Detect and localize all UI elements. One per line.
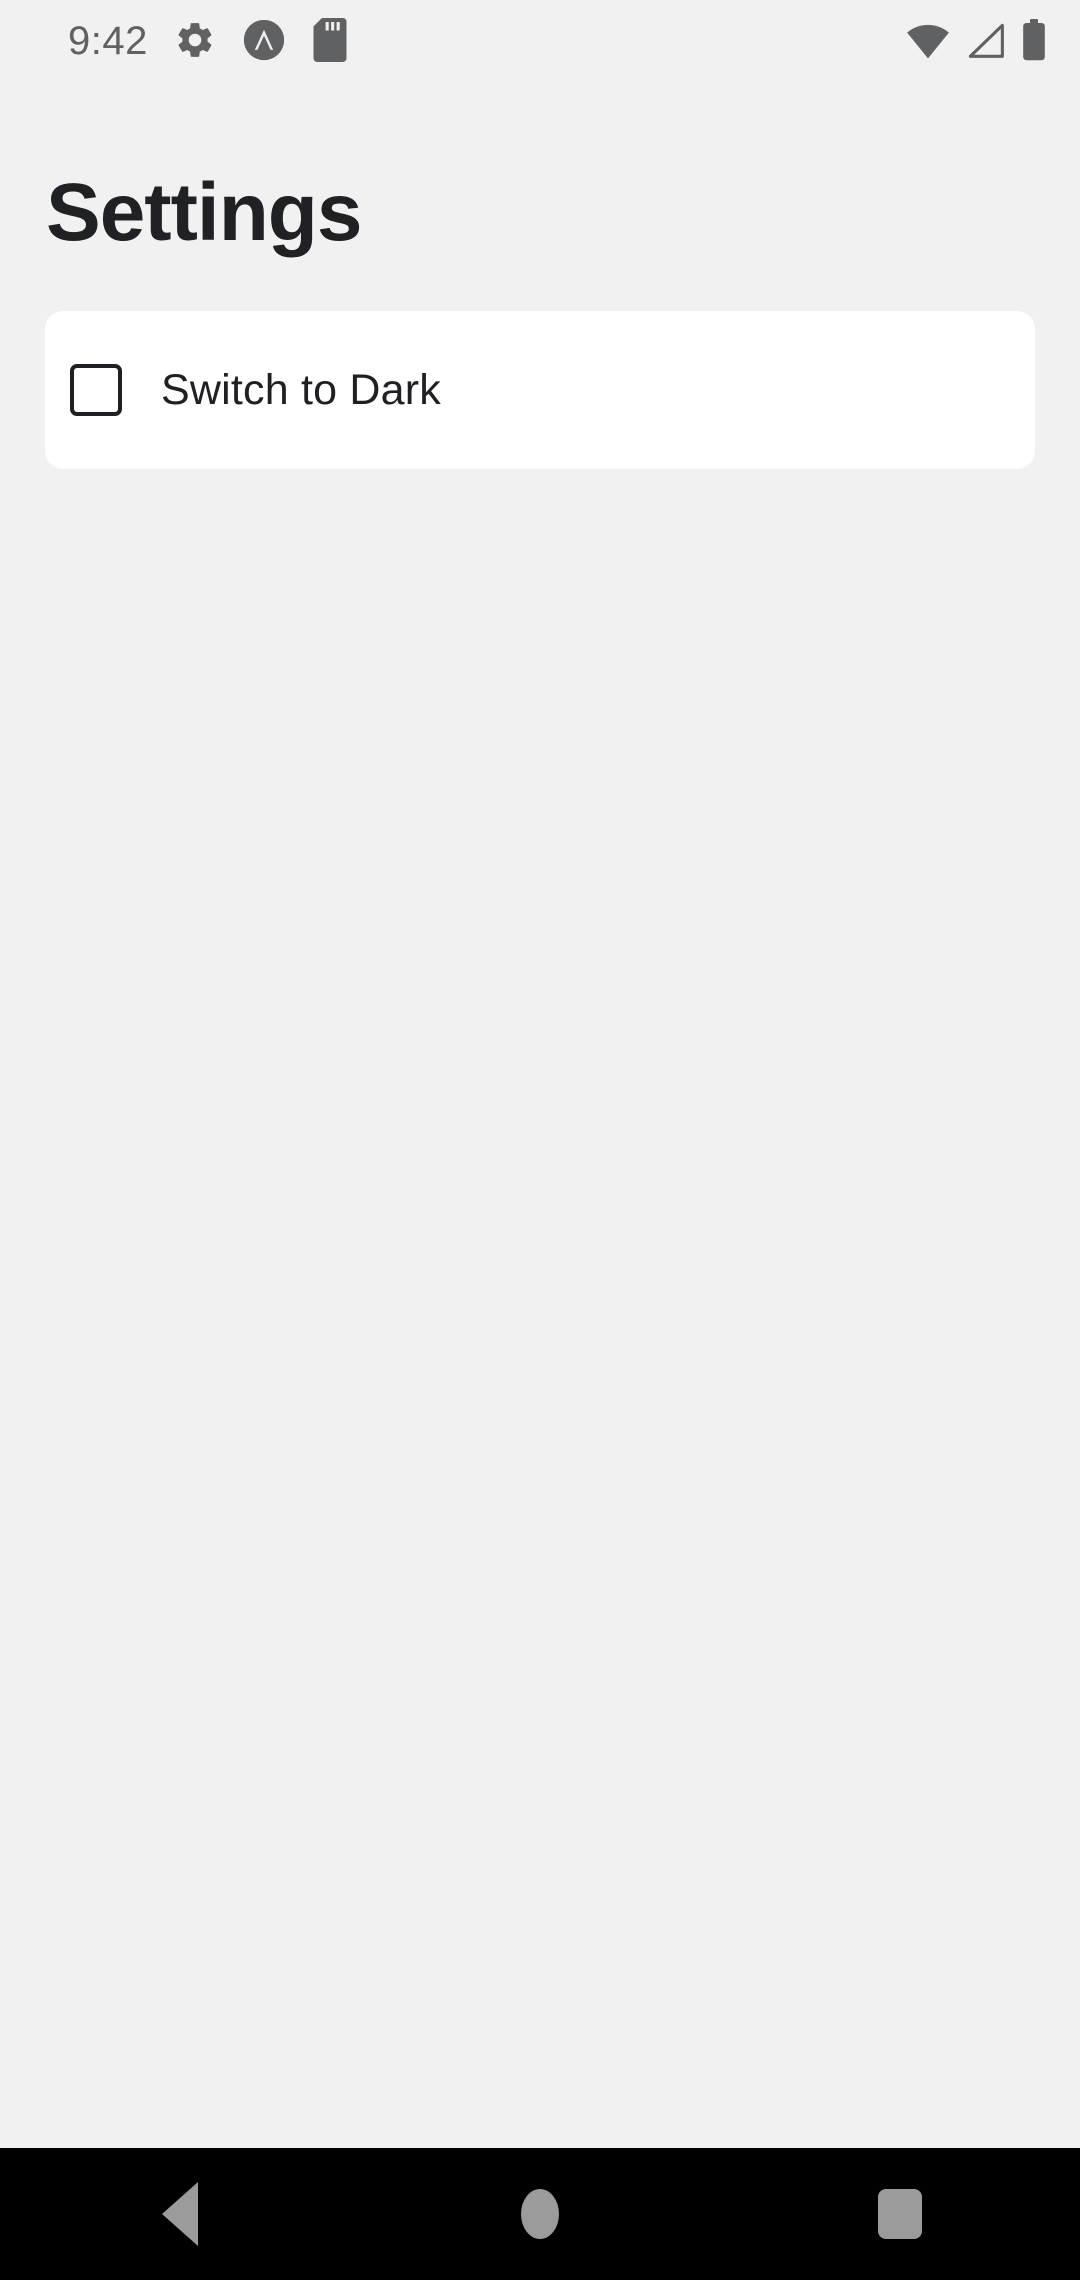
phone-screen: 9:42 Settings Switch to Dark [0, 0, 1080, 2280]
recents-square-icon [878, 2189, 922, 2239]
sd-card-icon [312, 17, 348, 67]
gear-icon [174, 19, 216, 66]
settings-card: Switch to Dark [45, 311, 1035, 469]
status-bar-clock: 9:42 [68, 19, 148, 63]
battery-icon [1022, 18, 1046, 66]
android-emulator-icon [242, 18, 286, 67]
wifi-icon [906, 21, 950, 66]
cellular-signal-icon [966, 21, 1006, 66]
status-bar-left-group: 9:42 [68, 17, 348, 67]
content-area: Settings Switch to Dark [0, 84, 1080, 2148]
android-navigation-bar [0, 2148, 1080, 2280]
switch-to-dark-label: Switch to Dark [161, 365, 441, 414]
home-circle-icon [521, 2189, 559, 2239]
back-triangle-icon [162, 2182, 198, 2246]
status-bar-right-group [906, 18, 1046, 66]
settings-row-switch-to-dark[interactable]: Switch to Dark [45, 311, 1035, 469]
home-button[interactable] [360, 2148, 720, 2280]
status-bar: 9:42 [0, 0, 1080, 84]
page-title: Settings [46, 167, 362, 258]
switch-to-dark-checkbox[interactable] [70, 364, 122, 416]
back-button[interactable] [0, 2148, 360, 2280]
recents-button[interactable] [720, 2148, 1080, 2280]
